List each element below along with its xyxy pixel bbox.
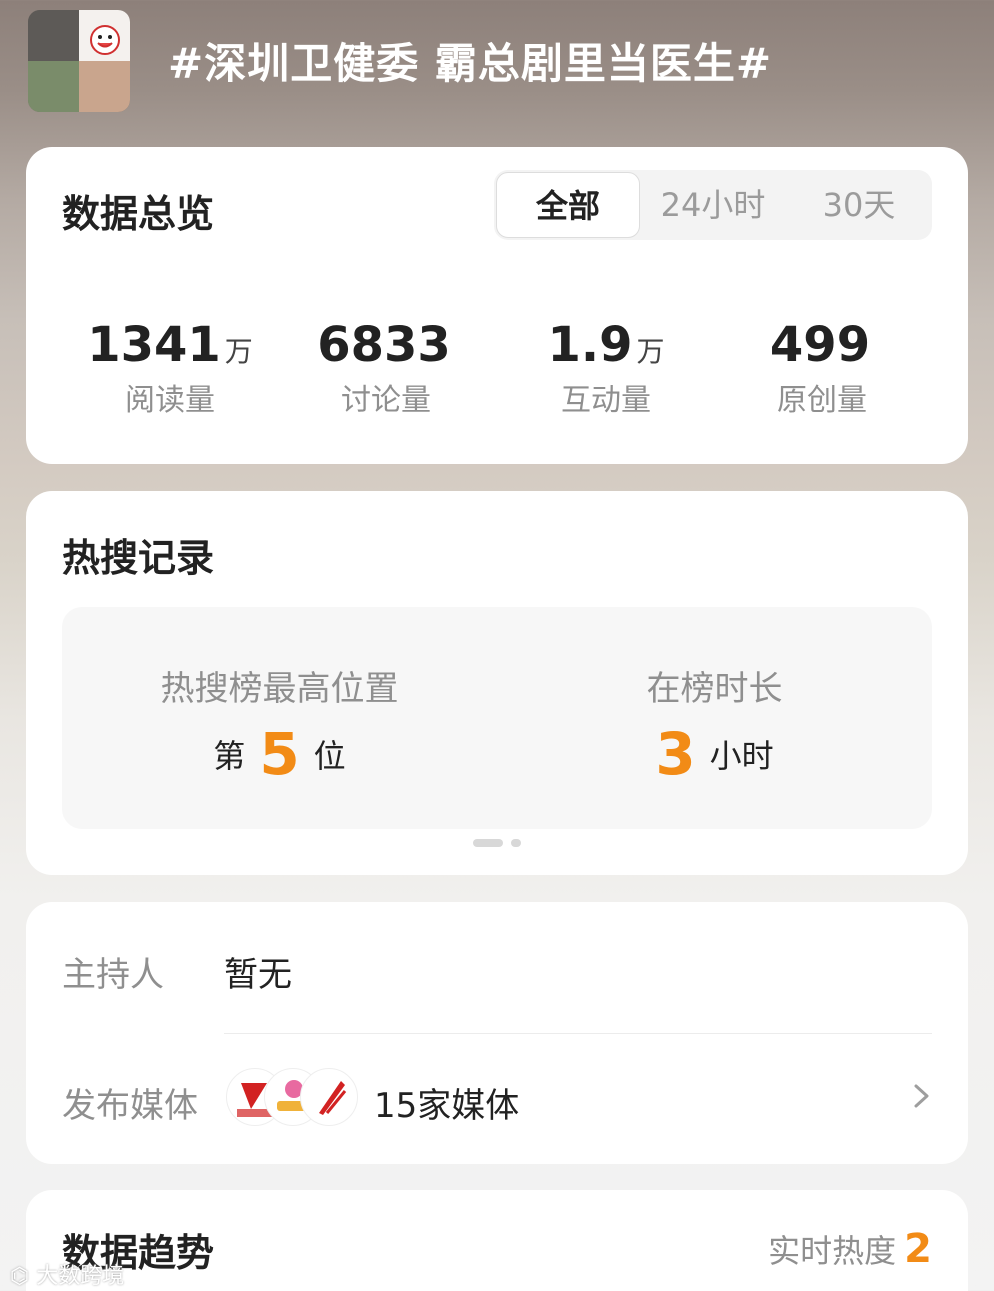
stat-value: 1341 [87,317,221,373]
stat-value: 1.9 [547,317,633,373]
stat-value: 499 [769,317,871,373]
peak-position: 热搜榜最高位置 第5位 [62,607,497,790]
topic-header: #深圳卫健委 霸总剧里当医生# [0,0,994,130]
topic-thumbnail[interactable] [28,10,130,112]
tab-all[interactable]: 全部 [496,172,640,238]
hot-search-card: 热搜记录 热搜榜最高位置 第5位 在榜时长 3 小时 [26,491,968,875]
media-logo-icon [300,1068,358,1126]
topic-title: #深圳卫健委 霸总剧里当医生# [168,39,773,88]
info-card: 主持人 暂无 发布媒体 15家媒体 [26,902,968,1164]
media-label: 发布媒体 [62,1086,198,1126]
heat-value: 2 [904,1226,932,1272]
hot-search-stats[interactable]: 热搜榜最高位置 第5位 在榜时长 3 小时 [62,607,932,829]
duration-value: 3 [655,720,696,788]
tab-24h[interactable]: 24小时 [640,170,786,240]
time-range-tabs: 全部 24小时 30天 [494,170,932,240]
stat-discussions: 6833 讨论量 [286,317,486,419]
media-value[interactable]: 15家媒体 [374,1078,519,1127]
divider [224,1033,932,1034]
duration-suffix: 小时 [709,737,774,775]
stat-value: 6833 [317,317,451,373]
watermark-text: 大数跨境 [36,1264,125,1289]
trend-card: 数据趋势 实时热度 2 [26,1190,968,1291]
pager-dot-active [473,839,503,847]
peak-value: 5 [259,720,300,788]
pager-dot [511,839,521,847]
stat-label: 讨论量 [341,383,431,418]
stat-label: 原创量 [777,383,867,418]
hot-search-title: 热搜记录 [62,536,215,580]
duration-label: 在榜时长 [646,669,783,709]
stat-unit: 万 [224,335,253,368]
stat-originals: 499 原创量 [722,317,922,419]
watermark: ⌬ 大数跨境 [10,1258,124,1290]
stat-label: 互动量 [561,383,651,418]
host-label: 主持人 [62,955,164,995]
duration: 在榜时长 3 小时 [497,607,932,790]
peak-label: 热搜榜最高位置 [160,669,399,709]
realtime-heat: 实时热度 2 [768,1226,932,1272]
media-logos[interactable] [226,1068,358,1126]
chevron-right-icon[interactable] [910,1078,934,1114]
host-value: 暂无 [224,955,292,995]
tab-30d[interactable]: 30天 [786,170,932,240]
stat-reads: 1341 万 阅读量 [70,317,270,419]
stat-label: 阅读量 [125,383,215,418]
peak-prefix: 第 [213,737,246,775]
overview-title: 数据总览 [62,192,215,236]
stat-unit: 万 [636,335,665,368]
peak-suffix: 位 [313,737,346,775]
heat-label: 实时热度 [768,1232,897,1270]
overview-card: 数据总览 全部 24小时 30天 1341 万 阅读量 6833 讨论量 1.9 万… [26,147,968,464]
stat-interactions: 1.9 万 互动量 [506,317,706,419]
watermark-logo-icon: ⌬ [10,1264,37,1289]
